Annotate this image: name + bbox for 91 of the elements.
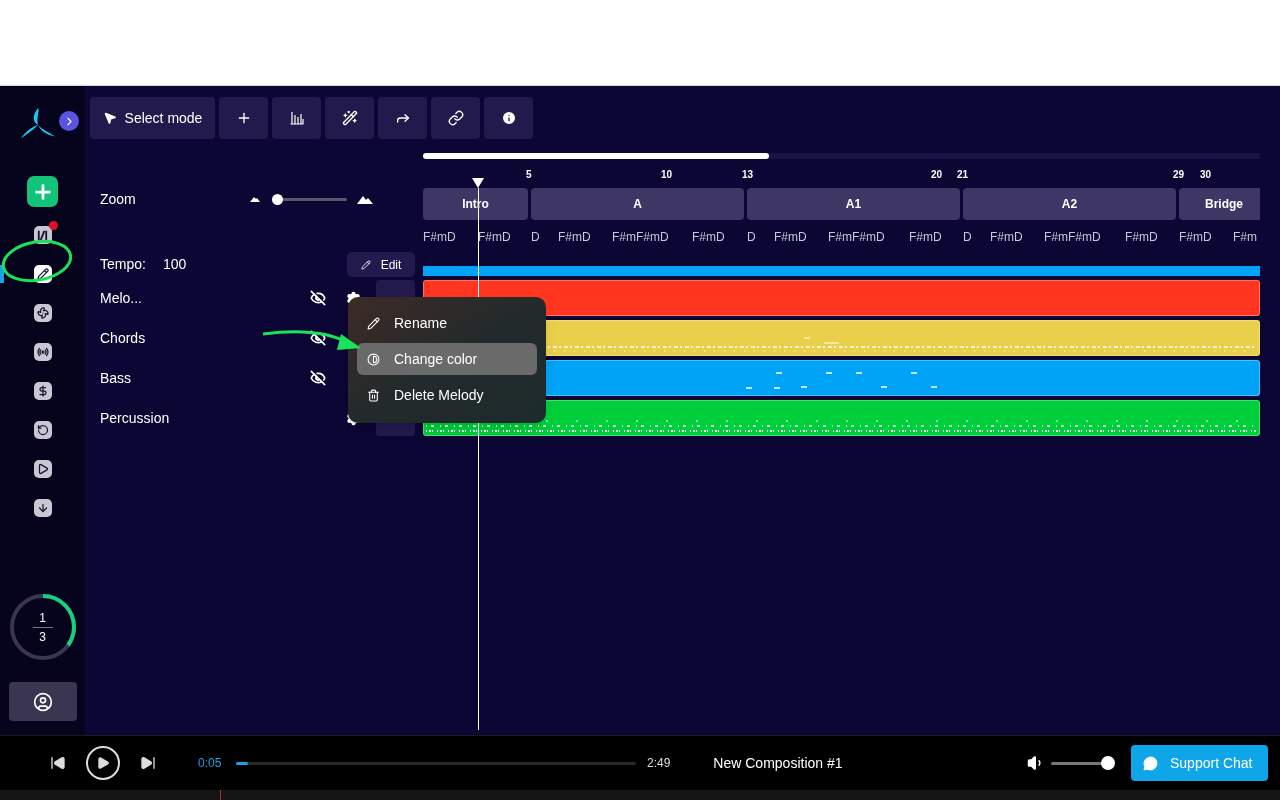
hidden-eye-icon[interactable] [310,330,326,346]
composition-title: New Composition #1 [713,753,843,773]
sidebar-item[interactable] [33,304,52,322]
playback-slider[interactable] [236,761,636,765]
add-button[interactable] [27,176,58,207]
chord-label: F#mD [1179,229,1212,244]
expand-button[interactable] [59,111,79,131]
bar-number: 13 [742,168,754,182]
zoom-label: Zoom [100,189,137,209]
sidebar-item[interactable] [33,499,52,517]
menu-item[interactable]: Change color [357,343,537,375]
toolbar-button[interactable] [484,97,533,139]
trash-icon [367,388,380,402]
dollar-icon [36,385,49,397]
hidden-eye-icon[interactable] [310,370,326,386]
sidebar-item[interactable] [33,421,52,439]
chord-label: F#mD [558,229,591,244]
track-name: Chords [100,328,147,348]
chord-label: F#mD [1125,229,1158,244]
section-block[interactable]: A [531,188,744,220]
scrollbar-thumb[interactable] [423,153,769,159]
bar-number: 20 [931,168,943,182]
toolbar-button[interactable] [325,97,374,139]
bar-number: 30 [1200,168,1212,182]
chord-label: F#mF#mD [1044,229,1101,244]
section-block[interactable]: A1 [747,188,960,220]
chord-label: F#mD [423,229,456,244]
play-button[interactable] [86,746,120,780]
pencil-icon [360,259,371,270]
elapsed-time: 0:05 [198,755,223,772]
next-icon[interactable] [140,755,156,771]
chord-label: F#m [1233,229,1257,244]
track-name: Percussion [100,408,171,428]
info-icon [500,110,517,126]
volume-slider[interactable] [1051,756,1113,770]
download-icon [36,502,49,514]
chord-label: F#mD [909,229,942,244]
total-time: 2:49 [647,755,671,772]
account-button[interactable] [8,682,77,721]
bar-number: 10 [661,168,673,182]
bar-number: 5 [526,168,532,182]
chord-label: D [963,229,972,244]
progress-done: 1 [39,610,46,625]
fan-icon [36,307,49,319]
track-name: Bass [100,368,133,388]
tracks-icon [36,228,49,242]
toolbar-button[interactable] [431,97,480,139]
section-block[interactable]: Bridge [1179,188,1260,220]
tempo-label: Tempo: [100,255,147,274]
chord-label: D [747,229,756,244]
sidebar-item[interactable] [33,460,52,478]
chat-bubble-icon [1143,755,1158,771]
bar-number: 29 [1173,168,1185,182]
rotate-icon [36,424,49,436]
bar-number: 21 [957,168,969,182]
previous-icon[interactable] [50,755,66,771]
sidebar-item[interactable] [33,382,52,400]
select-mode-button[interactable]: Select mode [90,97,215,139]
pencil-icon [367,316,380,330]
pencil-icon [36,268,49,280]
section-block[interactable]: A2 [963,188,1176,220]
menu-item[interactable]: Rename [357,307,537,339]
menu-item[interactable]: Delete Melody [357,379,537,411]
progress-total: 3 [39,629,46,644]
link-icon [447,110,464,126]
large-mountain-icon [357,194,373,204]
edit-button[interactable]: Edit [347,252,415,277]
annotation-ellipse [1,239,73,283]
chord-label: F#mF#mD [828,229,885,244]
zoom-slider[interactable] [272,193,347,205]
chord-label: F#mD [990,229,1023,244]
toolbar-button[interactable] [272,97,321,139]
small-mountain-icon [250,196,260,202]
chord-label: D [531,229,540,244]
cursor-icon [102,111,117,125]
magic-wand-icon [341,110,358,126]
broadcast-icon [36,346,49,358]
bars-icon [289,111,304,125]
half-circle-icon [367,352,380,366]
chord-label: F#mF#mD [612,229,669,244]
timeline-scrollbar[interactable] [423,153,1260,159]
tempo-value: 100 [163,255,187,274]
active-indicator [0,265,4,283]
sidebar-item[interactable] [33,343,52,361]
track-lane[interactable] [423,280,1260,316]
track-name: Melo... [100,288,143,308]
hidden-eye-icon[interactable] [310,290,326,306]
progress-ring [8,593,77,661]
chord-label: F#mD [692,229,725,244]
chord-label: F#mD [478,229,511,244]
chord-label: F#mD [774,229,807,244]
